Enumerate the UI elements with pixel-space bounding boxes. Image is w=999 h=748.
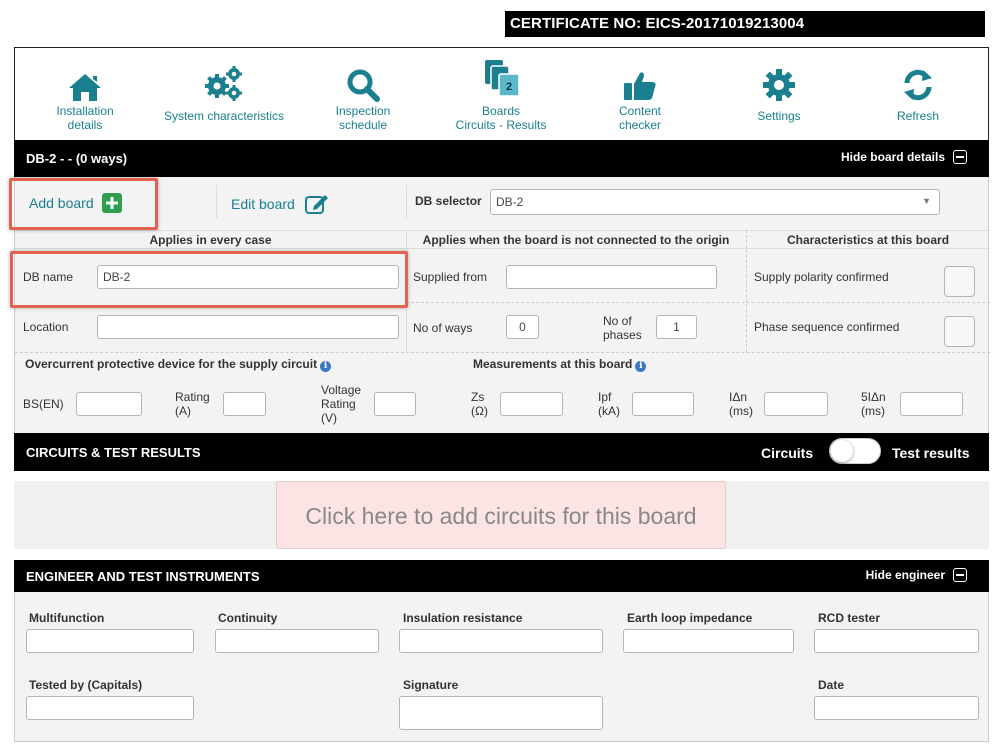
voltage-rating-label: Voltage Rating (V) <box>321 383 362 425</box>
date-label: Date <box>818 678 845 692</box>
bsen-input[interactable] <box>76 392 142 416</box>
circuits-toggle-label: Circuits <box>761 445 814 461</box>
continuity-label: Continuity <box>218 611 278 625</box>
section-characteristics: Characteristics at this board <box>786 233 950 247</box>
no-of-phases-input[interactable]: 1 <box>656 315 697 339</box>
rcd-label: RCD tester <box>818 611 881 625</box>
idn-input[interactable] <box>764 392 828 416</box>
section-every-case: Applies in every case <box>149 233 272 247</box>
no-of-phases-label: No of phases <box>603 314 642 342</box>
zs-input[interactable] <box>500 392 563 416</box>
supply-polarity-checkbox[interactable] <box>944 266 975 297</box>
multifunction-label: Multifunction <box>29 611 105 625</box>
nav-settings[interactable]: Settings <box>739 58 819 123</box>
engineer-panel: Multifunction Continuity Insulation resi… <box>14 592 989 742</box>
nav-content-checker[interactable]: Content checker <box>600 58 680 132</box>
tested-by-input[interactable] <box>26 696 194 720</box>
hide-engineer-toggle[interactable]: Hide engineer <box>866 568 967 582</box>
hide-board-details-toggle[interactable]: Hide board details <box>841 150 967 164</box>
supplied-from-input[interactable] <box>506 265 717 289</box>
highlight-add-board <box>9 178 158 230</box>
collapse-icon <box>953 568 967 582</box>
no-of-ways-input[interactable]: 0 <box>506 315 539 339</box>
multifunction-input[interactable] <box>26 629 194 653</box>
add-circuits-button[interactable]: Click here to add circuits for this boar… <box>276 481 726 549</box>
edit-board-button[interactable]: Edit board <box>231 193 329 215</box>
ocpd-heading: Overcurrent protective device for the su… <box>25 357 332 372</box>
nav-inspection-schedule[interactable]: Inspection schedule <box>323 58 403 132</box>
phase-sequence-label: Phase sequence confirmed <box>754 320 900 334</box>
nav-installation-details[interactable]: Installation details <box>45 58 125 132</box>
home-icon <box>69 74 101 101</box>
ipf-input[interactable] <box>632 392 694 416</box>
thumbs-up-icon <box>624 72 656 100</box>
engineer-header-bar: ENGINEER AND TEST INSTRUMENTS Hide engin… <box>14 560 989 592</box>
supply-polarity-label: Supply polarity confirmed <box>754 270 889 284</box>
refresh-icon <box>904 69 932 101</box>
info-icon[interactable]: i <box>635 361 647 372</box>
idn5-label: 5IΔn (ms) <box>861 390 886 418</box>
zs-label: Zs (Ω) <box>471 390 488 418</box>
circuits-header-bar: CIRCUITS & TEST RESULTS Circuits Test re… <box>14 433 989 471</box>
nav-system-characteristics[interactable]: System characteristics <box>160 58 288 123</box>
gears-icon <box>205 66 242 101</box>
circuits-title: CIRCUITS & TEST RESULTS <box>26 445 201 460</box>
rating-input[interactable] <box>223 392 266 416</box>
signature-input[interactable] <box>399 696 603 730</box>
date-input[interactable] <box>814 696 979 720</box>
boards-icon: 2 <box>485 60 520 97</box>
voltage-rating-input[interactable] <box>374 392 416 416</box>
gear-icon <box>763 69 795 101</box>
rating-label: Rating (A) <box>175 390 210 418</box>
earth-loop-label: Earth loop impedance <box>627 611 753 625</box>
insulation-label: Insulation resistance <box>403 611 523 625</box>
location-label: Location <box>23 320 69 334</box>
search-icon <box>347 69 380 102</box>
collapse-icon <box>953 150 967 164</box>
signature-label: Signature <box>403 678 459 692</box>
engineer-title: ENGINEER AND TEST INSTRUMENTS <box>26 569 260 584</box>
board-title: DB-2 - - (0 ways) <box>26 151 128 166</box>
rcd-input[interactable] <box>814 629 979 653</box>
tested-by-label: Tested by (Capitals) <box>29 678 143 692</box>
idn5-input[interactable] <box>900 392 963 416</box>
bsen-label: BS(EN) <box>23 397 64 411</box>
ipf-label: Ipf (kA) <box>598 390 620 418</box>
board-header-bar: DB-2 - - (0 ways) Hide board details <box>14 140 989 177</box>
continuity-input[interactable] <box>215 629 379 653</box>
nav-refresh[interactable]: Refresh <box>878 58 958 123</box>
idn-label: IΔn (ms) <box>729 390 753 418</box>
insulation-input[interactable] <box>399 629 603 653</box>
main-navigation: Installation details System characterist… <box>14 47 989 140</box>
chevron-down-icon: ▼ <box>922 196 931 206</box>
location-input[interactable] <box>97 315 399 339</box>
circuits-results-toggle[interactable] <box>829 438 881 464</box>
section-not-origin: Applies when the board is not connected … <box>422 233 730 247</box>
certificate-number: CERTIFICATE NO: EICS-20171019213004 <box>505 11 985 37</box>
info-icon[interactable]: i <box>320 361 332 372</box>
phase-sequence-checkbox[interactable] <box>944 316 975 347</box>
no-of-ways-label: No of ways <box>413 321 473 335</box>
test-results-toggle-label: Test results <box>892 445 970 461</box>
edit-icon <box>304 195 328 214</box>
measurements-heading: Measurements at this board i <box>473 357 647 372</box>
db-selector-dropdown[interactable]: DB-2 ▼ <box>490 189 940 215</box>
highlight-db-name <box>10 251 408 308</box>
db-selector-label: DB selector <box>415 194 482 208</box>
svg-text:2: 2 <box>506 81 512 93</box>
earth-loop-input[interactable] <box>623 629 794 653</box>
nav-boards-circuits-results[interactable]: 2 Boards Circuits - Results <box>447 58 555 132</box>
supplied-from-label: Supplied from <box>413 270 488 284</box>
